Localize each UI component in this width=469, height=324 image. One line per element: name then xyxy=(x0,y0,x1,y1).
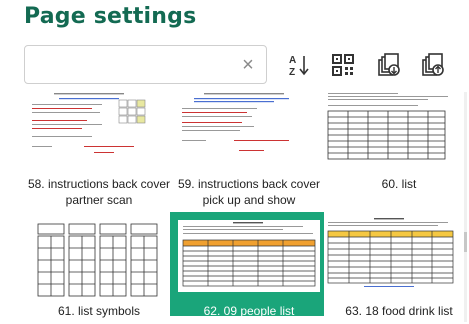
sort-az-icon[interactable]: A Z xyxy=(287,53,311,77)
page-label: 61. list symbols xyxy=(57,304,141,318)
page-thumbnail-grid: 58. instructions back cover partner scan… xyxy=(0,90,462,324)
svg-text:A: A xyxy=(289,55,296,66)
search-box[interactable]: × xyxy=(24,45,267,84)
page-thumbnail[interactable] xyxy=(24,90,174,166)
svg-text:Z: Z xyxy=(289,67,295,77)
export-pages-icon[interactable] xyxy=(421,53,445,77)
page-label: 62. 09 people list xyxy=(203,304,295,318)
page-thumbnail[interactable] xyxy=(178,220,320,292)
page-label: 63. 18 food drink list xyxy=(345,304,453,318)
page-label: 58. instructions back cover partner scan xyxy=(27,177,171,207)
page-thumbnail[interactable] xyxy=(174,90,324,166)
search-input[interactable] xyxy=(31,52,240,79)
page-thumbnail[interactable] xyxy=(324,90,462,166)
page-label: 60. list xyxy=(381,177,417,191)
page-title: Page settings xyxy=(24,4,197,29)
page-thumbnail[interactable] xyxy=(24,222,174,298)
page-label: 59. instructions back cover pick up and … xyxy=(177,177,321,207)
import-pages-icon[interactable] xyxy=(377,53,401,77)
qr-code-icon[interactable] xyxy=(331,53,355,77)
clear-search-icon[interactable]: × xyxy=(238,55,258,75)
scrollbar[interactable] xyxy=(464,92,467,322)
scrollbar-thumb[interactable] xyxy=(464,232,467,252)
page-thumbnail[interactable] xyxy=(324,216,462,292)
